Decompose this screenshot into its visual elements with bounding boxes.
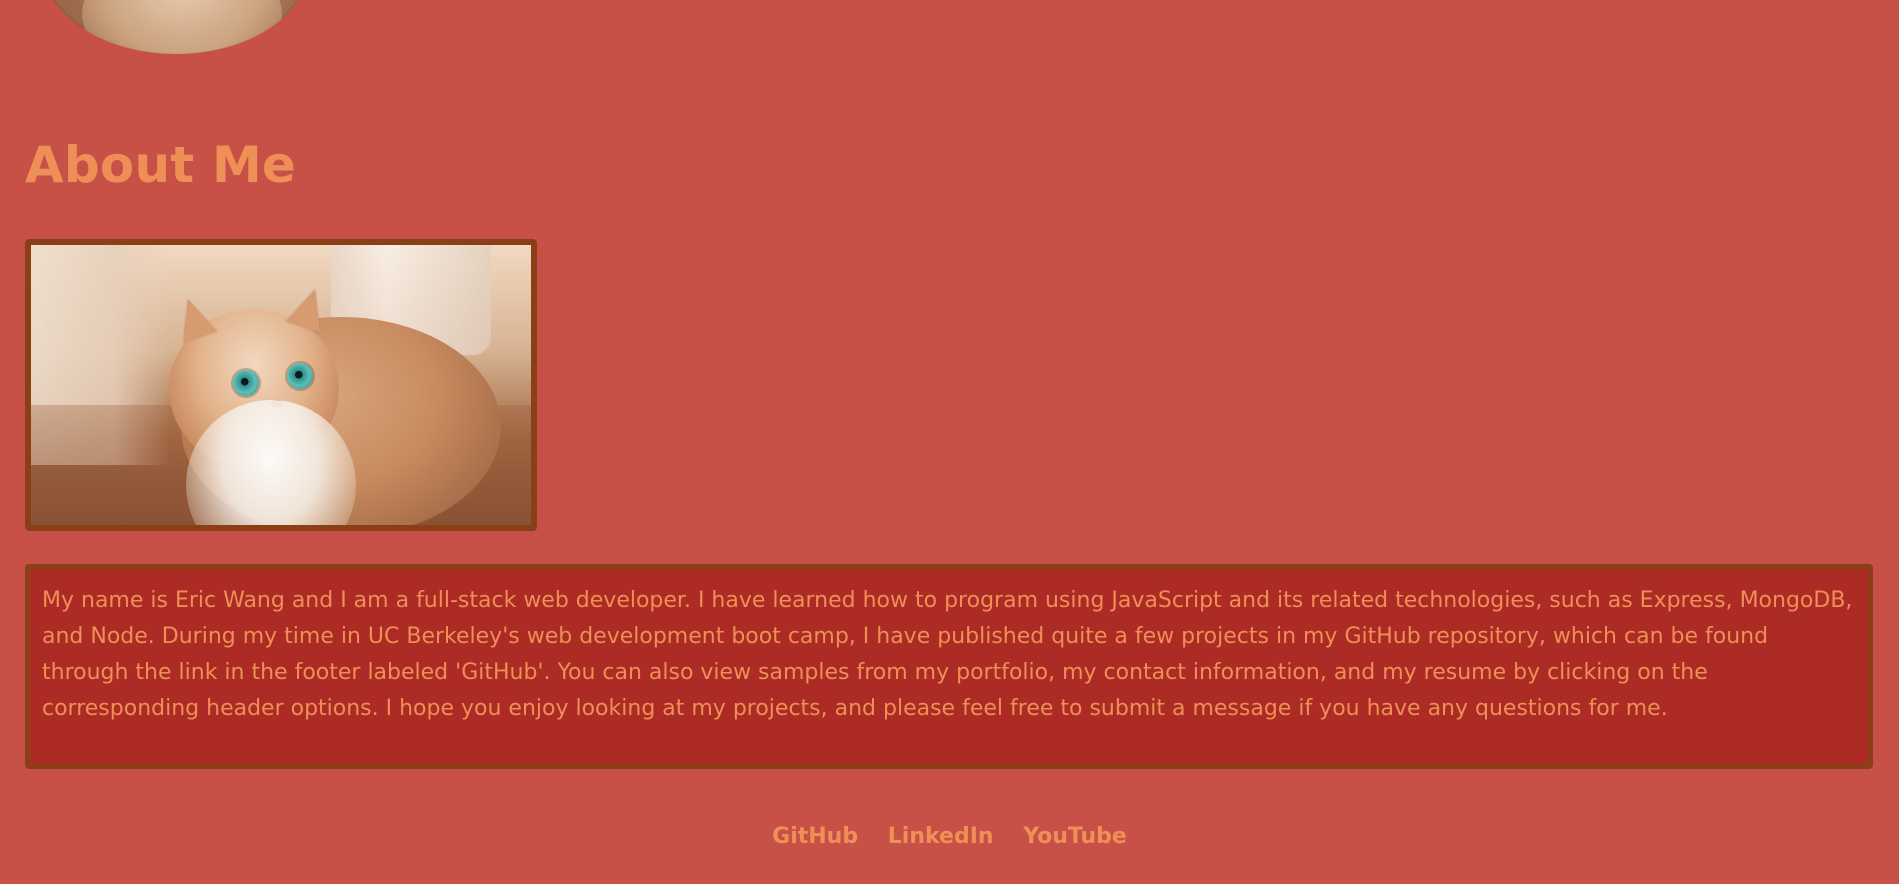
bio-text: My name is Eric Wang and I am a full-sta… <box>42 588 1853 721</box>
bio-text-box: My name is Eric Wang and I am a full-sta… <box>25 564 1873 769</box>
footer-links: GitHub LinkedIn YouTube <box>0 826 1899 848</box>
footer-link-youtube[interactable]: YouTube <box>1023 826 1127 848</box>
about-image <box>25 239 537 531</box>
avatar-fur <box>82 0 282 54</box>
footer-link-linkedin[interactable]: LinkedIn <box>888 826 994 848</box>
page-title: About Me <box>25 136 297 194</box>
cat-eye-right <box>287 363 313 389</box>
cat-eye-left <box>233 370 259 396</box>
footer-link-github[interactable]: GitHub <box>772 826 858 848</box>
profile-avatar <box>42 0 310 54</box>
